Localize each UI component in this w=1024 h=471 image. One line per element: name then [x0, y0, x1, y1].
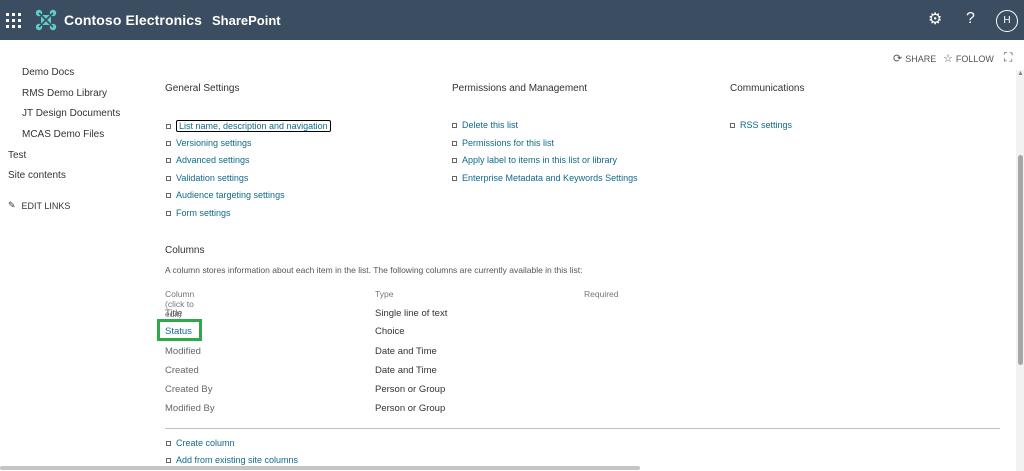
status-highlight-box [157, 319, 202, 341]
link-label: Versioning settings [176, 138, 252, 148]
bullet-icon [166, 210, 171, 216]
column-type-status: Choice [375, 326, 405, 337]
nav-item-demo-docs[interactable]: Demo Docs [22, 67, 74, 78]
column-row-modified[interactable]: Modified [165, 346, 201, 357]
columns-divider [165, 428, 1000, 429]
link-label: Delete this list [462, 120, 519, 130]
contoso-logo-icon [35, 9, 57, 31]
communications-title: Communications [730, 83, 805, 94]
columns-title: Columns [165, 245, 205, 256]
bullet-icon [166, 140, 171, 146]
bullet-icon [166, 123, 171, 129]
suite-bar: Contoso Electronics SharePoint ⚙ ? H [0, 0, 1024, 40]
link-label: Form settings [176, 208, 231, 218]
nav-item-site-contents[interactable]: Site contents [8, 170, 66, 181]
link-validation-settings[interactable]: Validation settings [166, 173, 248, 183]
column-type-modified-by: Person or Group [375, 403, 446, 414]
help-icon[interactable]: ? [966, 10, 975, 28]
link-advanced-settings[interactable]: Advanced settings [166, 155, 250, 165]
permissions-title: Permissions and Management [452, 83, 588, 94]
link-form-settings[interactable]: Form settings [166, 208, 231, 218]
column-type-modified: Date and Time [375, 346, 437, 357]
link-audience-targeting-settings[interactable]: Audience targeting settings [166, 190, 285, 200]
command-bar: ⟳ SHARE ☆ FOLLOW ⛶ [0, 40, 1024, 70]
link-label: Create column [176, 438, 235, 448]
suite-title[interactable]: SharePoint [212, 13, 281, 28]
link-list-name-description[interactable]: List name, description and navigation [166, 120, 331, 132]
nav-item-mcas-demo-files[interactable]: MCAS Demo Files [22, 129, 104, 140]
columns-description: A column stores information about each i… [165, 265, 583, 275]
bullet-icon [166, 157, 171, 163]
settings-gear-icon[interactable]: ⚙ [928, 12, 942, 28]
bullet-icon [166, 440, 171, 446]
link-add-existing-site-columns[interactable]: Add from existing site columns [166, 455, 298, 465]
app-title[interactable]: Contoso Electronics [64, 12, 202, 28]
follow-label: FOLLOW [955, 53, 994, 64]
nav-item-rms-demo-library[interactable]: RMS Demo Library [22, 88, 107, 99]
column-row-created-by[interactable]: Created By [165, 384, 213, 395]
edit-links-button[interactable]: ✎ EDIT LINKS [8, 200, 70, 211]
focus-mode-icon[interactable]: ⛶ [1004, 50, 1012, 65]
app-launcher-icon[interactable] [4, 11, 22, 29]
link-versioning-settings[interactable]: Versioning settings [166, 138, 252, 148]
column-type-created-by: Person or Group [375, 384, 446, 395]
bullet-icon [452, 157, 457, 163]
follow-button[interactable]: ☆ FOLLOW [943, 52, 994, 65]
bullet-icon [166, 175, 171, 181]
link-label: Add from existing site columns [176, 455, 299, 465]
link-enterprise-metadata[interactable]: Enterprise Metadata and Keywords Setting… [452, 173, 638, 183]
link-rss-settings[interactable]: RSS settings [730, 120, 792, 130]
bullet-icon [166, 457, 171, 463]
share-button[interactable]: ⟳ SHARE [893, 52, 936, 65]
link-label: Apply label to items in this list or lib… [462, 155, 618, 165]
user-avatar[interactable]: H [996, 10, 1018, 32]
link-label: List name, description and navigation [176, 120, 331, 132]
column-type-created: Date and Time [375, 365, 437, 376]
column-row-title[interactable]: Title [165, 308, 183, 319]
nav-item-jt-design-documents[interactable]: JT Design Documents [22, 108, 120, 119]
link-permissions-for-this-list[interactable]: Permissions for this list [452, 138, 554, 148]
share-label: SHARE [905, 53, 937, 64]
link-apply-label[interactable]: Apply label to items in this list or lib… [452, 155, 617, 165]
bullet-icon [166, 192, 171, 198]
column-row-modified-by[interactable]: Modified By [165, 403, 215, 414]
bullet-icon [452, 175, 457, 181]
link-label: Validation settings [176, 173, 249, 183]
share-icon: ⟳ [893, 53, 903, 65]
bullet-icon [730, 122, 735, 128]
bullet-icon [452, 140, 457, 146]
link-label: Audience targeting settings [176, 190, 285, 200]
link-label: Enterprise Metadata and Keywords Setting… [462, 173, 638, 183]
general-settings-title: General Settings [165, 83, 240, 94]
column-row-created[interactable]: Created [165, 365, 199, 376]
column-type-title: Single line of text [375, 308, 448, 319]
edit-links-label: EDIT LINKS [21, 200, 71, 211]
scroll-up-arrow-icon[interactable]: ▲ [1017, 70, 1024, 77]
pencil-icon: ✎ [8, 200, 16, 210]
column-header-required: Required [584, 289, 619, 299]
column-header-type: Type [375, 289, 394, 299]
link-create-column[interactable]: Create column [166, 438, 235, 448]
link-label: RSS settings [740, 120, 793, 130]
bullet-icon [452, 122, 457, 128]
horizontal-scrollbar-thumb[interactable] [0, 466, 640, 470]
star-icon: ☆ [943, 53, 953, 65]
nav-item-test[interactable]: Test [8, 150, 26, 161]
vertical-scrollbar-thumb[interactable] [1018, 155, 1023, 365]
link-label: Advanced settings [176, 155, 250, 165]
link-delete-this-list[interactable]: Delete this list [452, 120, 518, 130]
link-label: Permissions for this list [462, 138, 555, 148]
